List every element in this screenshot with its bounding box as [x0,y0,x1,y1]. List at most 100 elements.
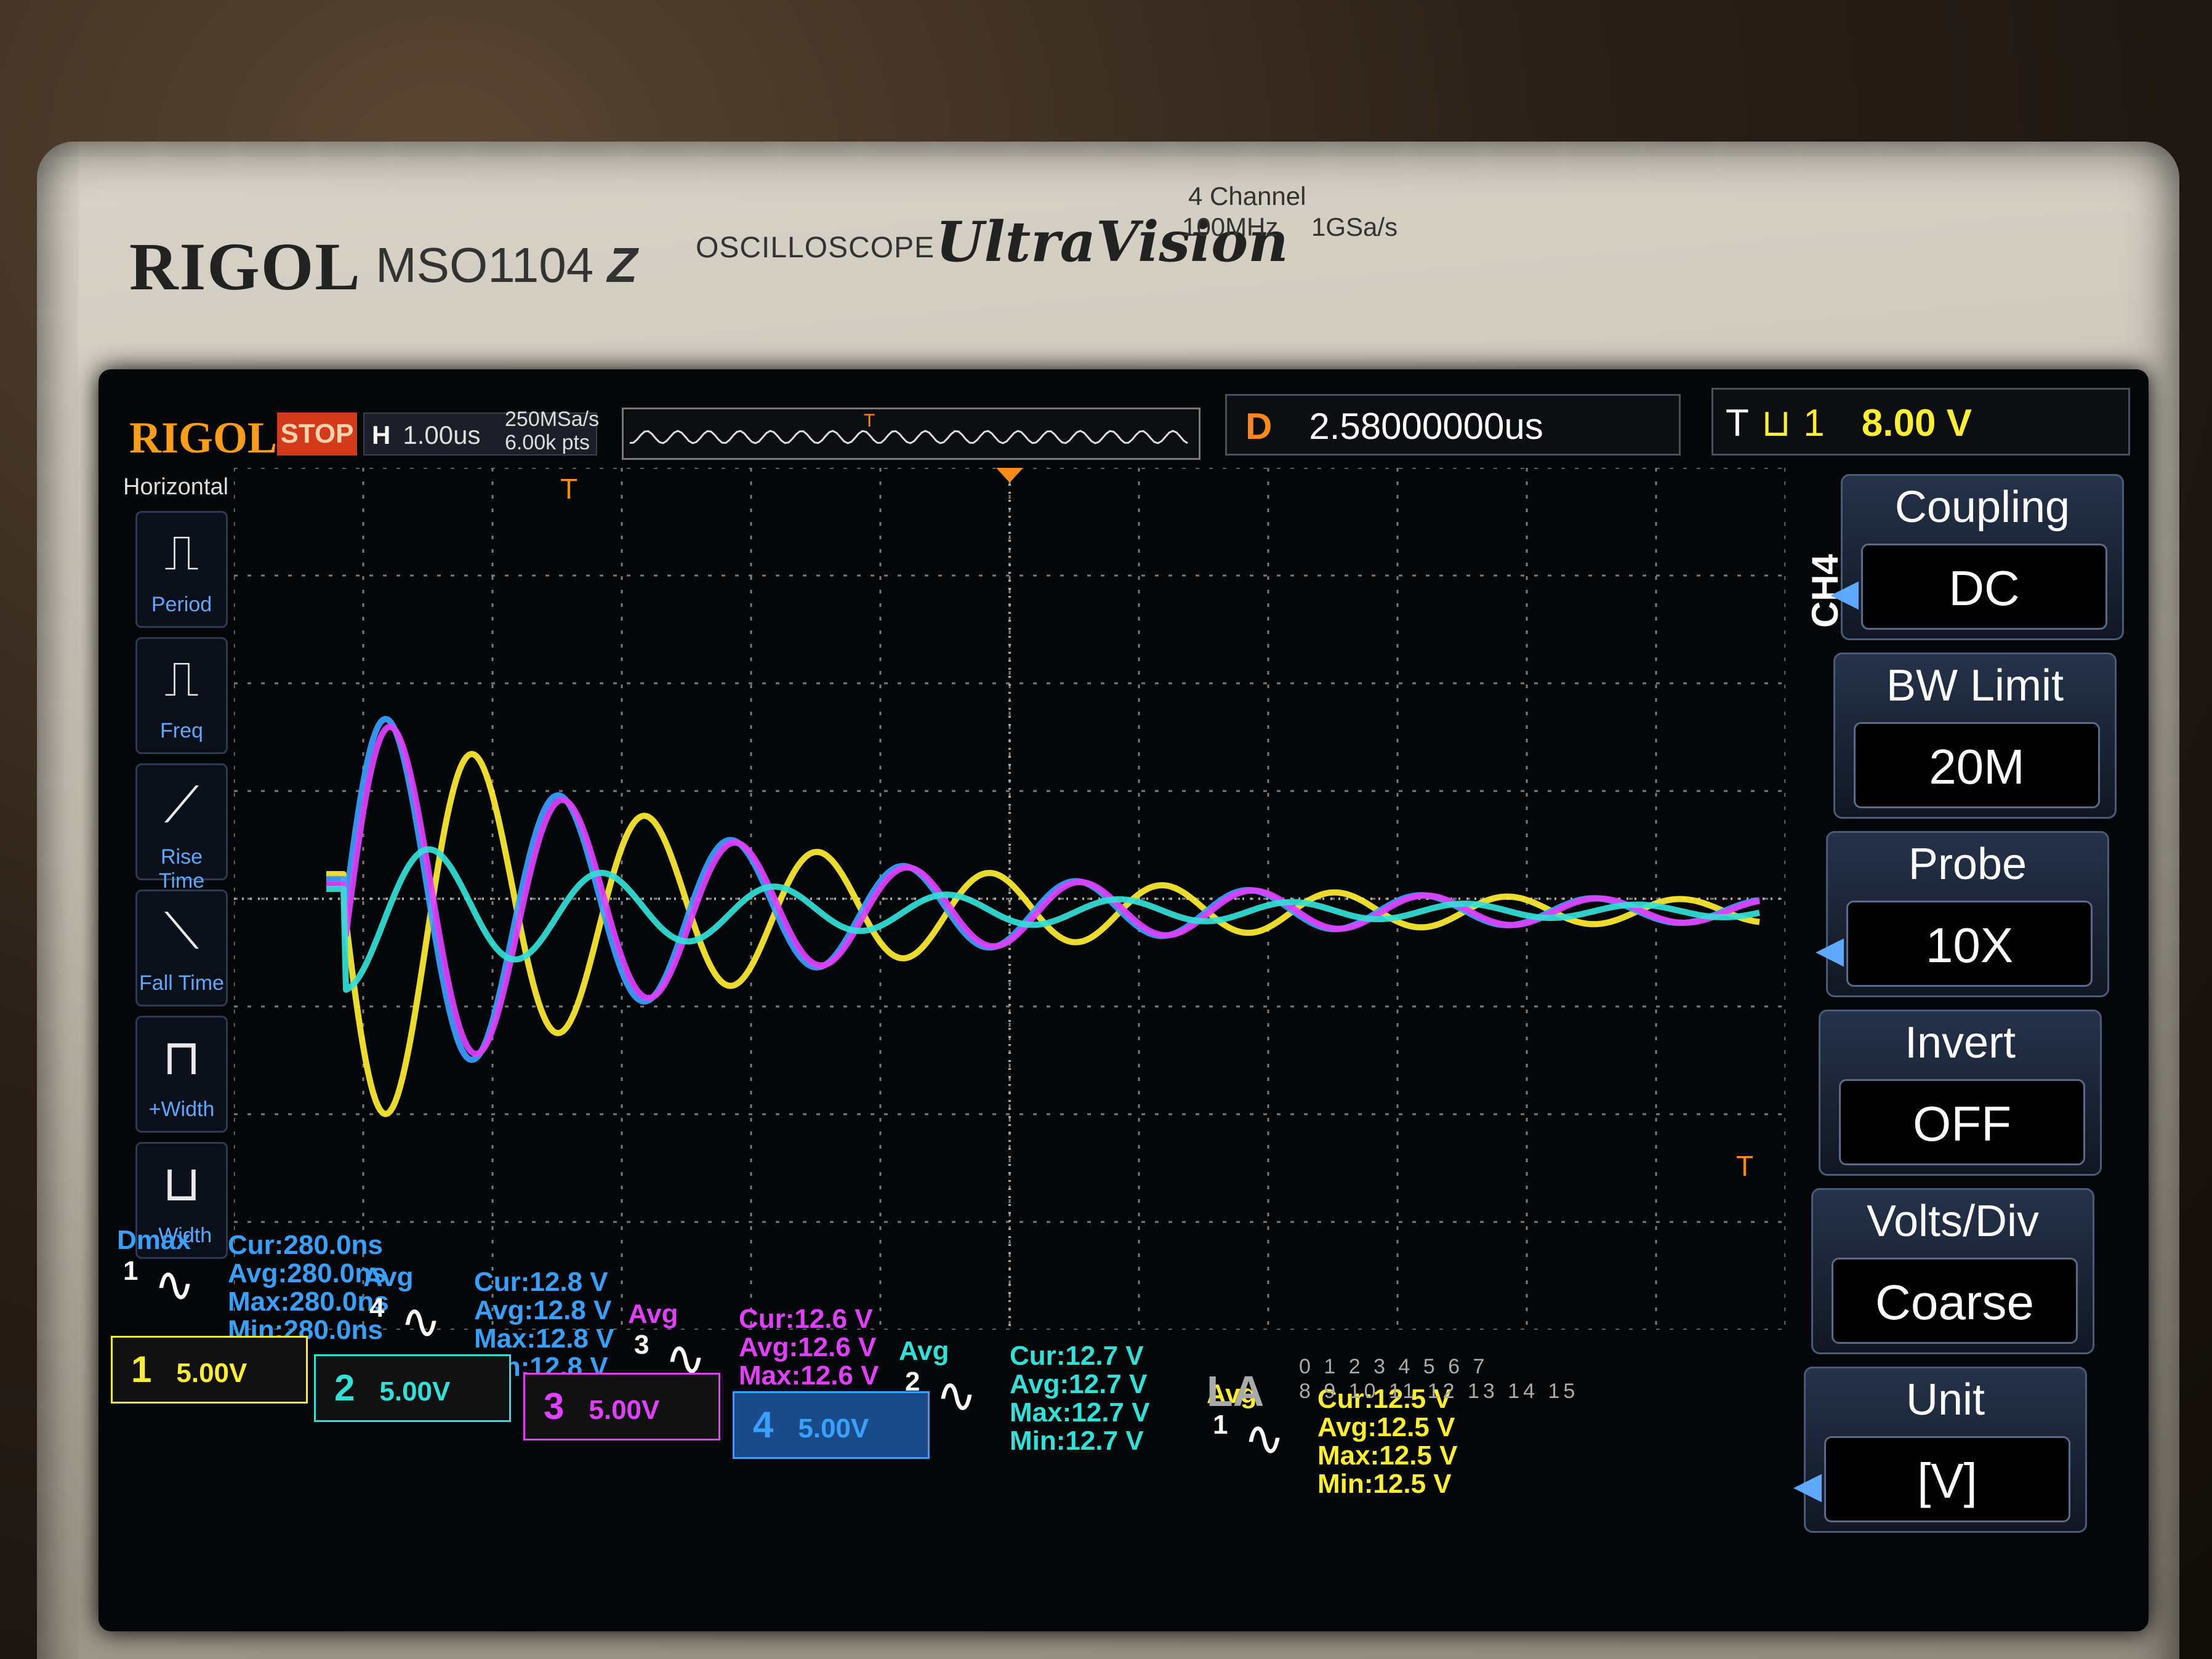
measurement-line: Max:12.6 V [739,1360,879,1391]
sine-wave-icon: ∿ [154,1257,196,1312]
selector-arrow-icon: ◀ [1830,572,1859,613]
logic-bits: 0 1 2 3 4 5 6 78 9 10 11 12 13 14 15 [1299,1354,1579,1404]
measure-button-1[interactable]: ⎍ Freq [135,637,228,754]
channel-1-indicator[interactable]: 1 5.00V [111,1336,308,1404]
waveform-overview[interactable]: T [622,408,1201,460]
measurement-line: Max:12.8 V [474,1324,614,1354]
measure-button-4[interactable]: ⊓ +Width [135,1016,228,1133]
measurement-line: Max:12.5 V [1317,1440,1458,1471]
brand-logo: RIGOL [129,229,361,304]
trigger-source-badge: 1 [1803,402,1825,444]
measure-button-0[interactable]: ⎍ Period [135,511,228,628]
channel-number: 4 [753,1404,774,1445]
measurement-type: Avg [363,1262,414,1292]
softkey-title: Unit [1905,1375,1985,1424]
softkey-volts-div[interactable]: Volts/Div Coarse [1811,1188,2094,1354]
channel-scale: 5.00V [589,1395,660,1425]
scope-screen: RIGOL STOP H 1.00us 250MSa/s 6.00k pts T D… [99,369,2149,1631]
measure-button-label: +Width [148,1098,215,1121]
spec-sample-rate: 1GSa/s [1311,212,1398,241]
measure-button-label: Fall Time [139,971,224,995]
model-name: MSO1104 Z [376,238,638,292]
measurement-type: Avg [899,1336,949,1366]
softkey-title: Invert [1904,1018,2016,1067]
selector-arrow-icon: ◀ [1816,929,1844,970]
measurement-line: Avg:12.7 V [1010,1369,1148,1399]
trigger-position-marker: T [560,473,577,505]
rise-time-icon: ⟋ [164,777,199,832]
channel-2-indicator[interactable]: 2 5.00V [314,1354,511,1422]
measurement-channel: 1 [123,1256,139,1286]
channel-number: 2 [334,1367,355,1408]
delay-label: D [1245,406,1273,447]
softkey-value: 20M [1854,722,2100,808]
measurement-line: Avg:12.5 V [1317,1412,1455,1442]
measure-button-label: Freq [160,719,203,742]
period-icon: ⎍ [164,525,199,580]
measurement-line: Avg:280.0ns [228,1258,387,1288]
softkey-title: Probe [1908,840,2027,889]
measurement-line: Avg:12.6 V [739,1332,877,1362]
device-category: OSCILLOSCOPE [696,231,935,264]
horizontal-menu-title: Horizontal [123,474,229,500]
channel-scale: 5.00V [798,1413,869,1444]
delay-value: 2.58000000us [1309,406,1543,447]
spec-channels: 4 Channel [1188,182,1306,211]
measurement-channel: 4 [369,1293,385,1323]
trigger-indicator[interactable]: T ⊔ 1 8.00 V [1711,388,2130,456]
overview-trace: T [629,411,1188,444]
rising-edge-icon: ⊔ [1761,402,1792,444]
logic-bits-row2: 8 9 10 11 12 13 14 15 [1299,1380,1579,1403]
measurement-line: Cur:12.6 V [739,1304,873,1334]
channel-scale: 5.00V [176,1358,247,1388]
softkey-value: [V] [1824,1436,2070,1522]
softkey-probe[interactable]: Probe 10X ◀ [1816,831,2109,997]
oscilloscope-photo: RIGOL MSO1104 Z OSCILLOSCOPE UltraVision… [0,0,2212,1659]
delay-indicator[interactable]: D 2.58000000us [1225,394,1681,456]
sine-wave-icon: ∿ [400,1294,442,1349]
logic-analyzer-label[interactable]: LA [1207,1367,1264,1416]
channel-scale: 5.00V [379,1376,451,1407]
spec-bandwidth: 100MHz [1182,212,1279,241]
measurement-line: Cur:12.8 V [474,1267,608,1297]
channel-number: 3 [544,1386,565,1427]
softkey-invert[interactable]: Invert OFF [1819,1010,2102,1176]
measurement-line: Max:12.7 V [1010,1397,1150,1428]
measurement-type: Dmax [117,1225,191,1255]
measure-button-3[interactable]: ⟍ Fall Time [135,890,228,1006]
softkey-coupling[interactable]: Coupling DC ◀ [1830,474,2124,640]
channel-number: 1 [131,1349,152,1390]
softkey-value: Coarse [1832,1258,2078,1344]
measurement-line: Min:12.7 V [1010,1426,1144,1456]
softkey-title: BW Limit [1886,661,2064,710]
logic-bits-row1: 0 1 2 3 4 5 6 7 [1299,1355,1489,1378]
softkey-value: OFF [1839,1079,2085,1165]
positive-width-icon: ⊓ [162,1030,201,1085]
timebase-label: H [372,420,391,449]
trigger-label: T [1726,402,1749,444]
measure-button-2[interactable]: ⟋ Rise Time [135,763,228,893]
fall-time-icon: ⟍ [164,904,199,958]
measure-button-label: Period [151,593,212,616]
channel-4-indicator[interactable]: 4 5.00V [733,1391,930,1459]
selector-arrow-icon: ◀ [1793,1464,1822,1506]
run-stop-indicator[interactable]: STOP [277,412,357,456]
trigger-level: 8.00 V [1861,402,1972,444]
sample-rate: 250MSa/s [505,408,600,431]
waveform-display[interactable]: TT [234,468,1785,1330]
acquisition-info: 250MSa/s 6.00k pts [505,408,599,454]
status-bar: RIGOL STOP H 1.00us 250MSa/s 6.00k pts T D… [99,369,2149,462]
softkey-bw-limit[interactable]: BW Limit 20M [1833,653,2117,819]
softkey-title: Coupling [1894,483,2070,532]
channel-3-indicator[interactable]: 3 5.00V [523,1373,720,1440]
memory-depth: 6.00k pts [505,431,590,454]
timebase-value: 1.00us [403,420,481,449]
softkey-value: DC [1861,544,2107,630]
measurement-line: Min:12.5 V [1317,1469,1452,1499]
softkey-unit[interactable]: Unit [V] ◀ [1793,1367,2087,1533]
frequency-icon: ⎍ [164,651,199,706]
measurement-type: Avg [628,1299,678,1329]
measurement-line: Cur:280.0ns [228,1230,383,1260]
trigger-level-marker: T [1736,1150,1753,1182]
sine-wave-icon: ∿ [1244,1411,1285,1466]
